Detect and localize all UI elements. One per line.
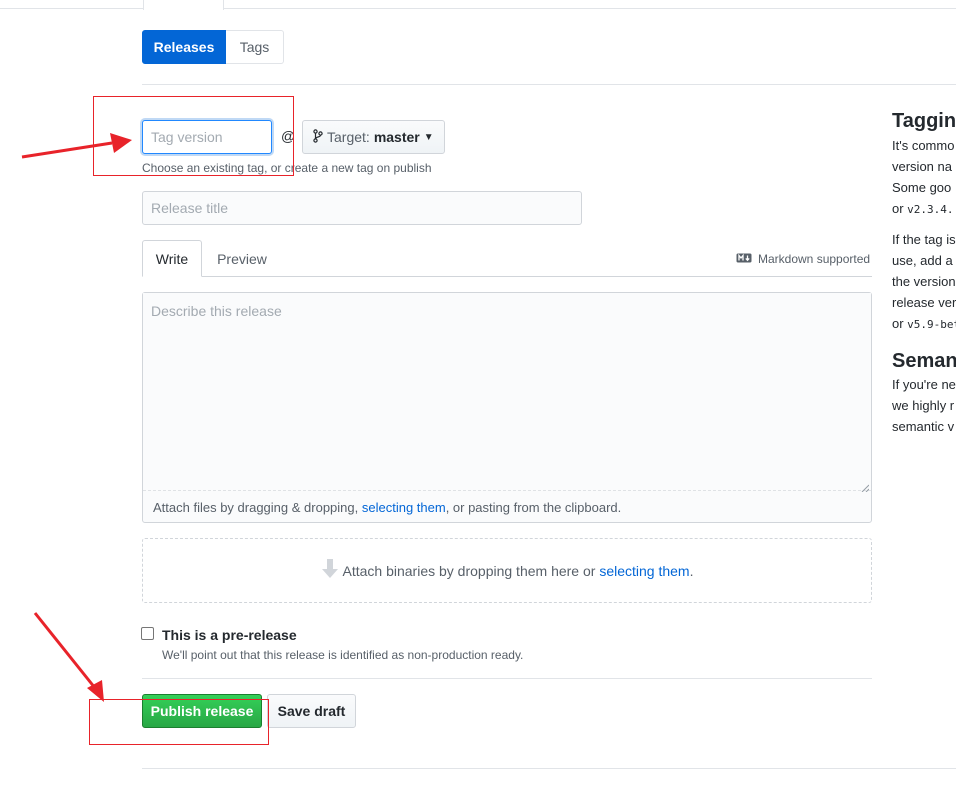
sidebar-line: release ver (892, 295, 956, 310)
sidebar-line: If the tag is (892, 232, 956, 247)
binaries-suffix: . (689, 562, 694, 579)
markdown-note-label: Markdown supported (758, 252, 871, 266)
prerelease-note: We'll point out that this release is ide… (162, 648, 524, 662)
sidebar-line: or v2.3.4. (892, 201, 954, 216)
header-divider (142, 84, 956, 85)
target-label: Target: (327, 129, 370, 145)
caret-down-icon: ▼ (423, 131, 434, 143)
prerelease-label[interactable]: This is a pre-release (162, 627, 297, 643)
sidebar-line: the version (892, 274, 956, 289)
tagging-heading: Tagging (892, 110, 956, 132)
sidebar-line: version na (892, 159, 952, 174)
annotation-arrow-publish (33, 612, 104, 702)
sidebar-code: v2.3.4. (907, 203, 954, 216)
sidebar-line: we highly r (892, 398, 955, 413)
help-sidebar: Tagging It's commo version na Some goo o… (892, 0, 956, 809)
binaries-drop-zone[interactable]: Attach binaries by dropping them here or… (142, 538, 872, 603)
preview-tab[interactable]: Preview (204, 240, 280, 277)
attach-files-text: Attach files by dragging & dropping, sel… (153, 500, 621, 515)
sidebar-line: It's commo (892, 138, 955, 153)
sidebar-line: Some goo (892, 180, 952, 195)
footer-divider (142, 768, 956, 769)
description-box: Attach files by dragging & dropping, sel… (142, 292, 872, 523)
write-tab[interactable]: Write (142, 240, 202, 277)
releases-tags-switch: Releases Tags (142, 30, 284, 64)
target-value: master (373, 129, 420, 145)
top-active-tab[interactable] (143, 0, 224, 10)
attach-files-prefix: Attach files by dragging & dropping, (153, 500, 362, 515)
semver-link[interactable]: semantic v (892, 419, 954, 434)
description-textarea[interactable] (143, 293, 871, 491)
sidebar-line: or v5.9-bet (892, 316, 956, 331)
save-draft-button[interactable]: Save draft (267, 694, 356, 728)
markdown-supported-note[interactable]: Markdown supported (736, 252, 870, 266)
annotation-box-tag (93, 96, 294, 176)
sidebar-line: If you're ne (892, 377, 956, 392)
markdown-icon (736, 252, 758, 266)
target-branch-button[interactable]: Target: master ▼ (302, 120, 445, 154)
actions-divider (142, 678, 872, 679)
sidebar-code-prefix: or (892, 316, 908, 331)
release-title-input[interactable] (142, 191, 582, 225)
top-tabstrip-left (0, 0, 143, 9)
attach-files-select-link[interactable]: selecting them (362, 500, 446, 515)
resize-grip-icon[interactable] (861, 479, 870, 493)
arrow-down-icon (321, 559, 343, 582)
binaries-select-link[interactable]: selecting them (599, 563, 689, 579)
top-tabstrip-right (224, 0, 956, 9)
annotation-box-publish (89, 699, 269, 745)
tags-tab[interactable]: Tags (226, 30, 284, 64)
branch-icon (313, 128, 323, 146)
sidebar-line: use, add a (892, 253, 953, 268)
attach-files-suffix: , or pasting from the clipboard. (445, 500, 622, 515)
sidebar-code: v5.9-bet (907, 318, 956, 331)
binaries-prefix: Attach binaries by dropping them here or (342, 562, 596, 579)
prerelease-checkbox[interactable] (141, 627, 154, 640)
sidebar-code-prefix: or (892, 201, 908, 216)
releases-tab[interactable]: Releases (142, 30, 226, 64)
semver-heading: Semant (892, 350, 956, 372)
